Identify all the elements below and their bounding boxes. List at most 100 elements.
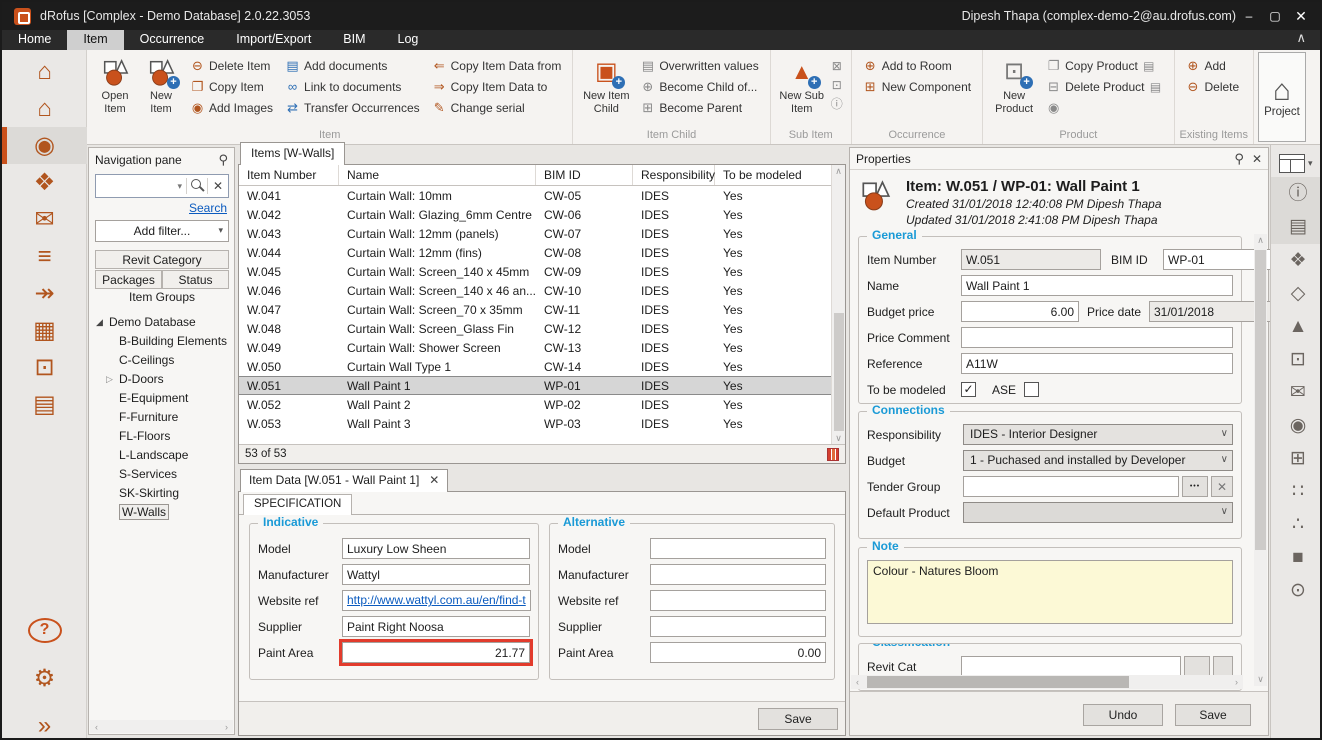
ribbon-button[interactable]: ⊕Add to Room — [863, 58, 971, 73]
menu-tab[interactable]: Occurrence — [124, 30, 221, 50]
table-row[interactable]: W.053 Wall Paint 3 WP-03 IDES Yes — [239, 414, 832, 433]
tender-group-clear-button[interactable]: ✕ — [1211, 476, 1233, 497]
revit-category-browse-button[interactable] — [1184, 656, 1210, 677]
table-row[interactable]: W.051 Wall Paint 1 WP-01 IDES Yes — [239, 376, 832, 395]
ribbon-button[interactable]: ∞Link to documents — [285, 79, 420, 94]
view-button[interactable]: ⊡ — [1271, 343, 1322, 376]
paint-area-field-highlighted[interactable] — [342, 642, 530, 663]
collapse-ribbon-icon[interactable]: ∧ — [1282, 30, 1320, 50]
ribbon-button[interactable]: ⊕Become Child of... — [640, 79, 758, 94]
properties-vertical-scrollbar[interactable]: ∧ ∨ — [1254, 234, 1267, 686]
tender-group-browse-button[interactable]: ••• — [1182, 476, 1208, 497]
budget-price-field[interactable] — [961, 301, 1079, 322]
close-panel-icon[interactable]: ✕ — [1252, 152, 1262, 166]
scroll-up-icon[interactable]: ∧ — [832, 166, 845, 177]
ribbon-button[interactable]: ⊟Delete Product▤ — [1046, 79, 1162, 94]
column-header[interactable]: Item Number — [239, 165, 339, 185]
scroll-left-icon[interactable]: ‹ — [851, 677, 864, 687]
revit-category-clear-button[interactable] — [1213, 656, 1233, 677]
ribbon-button[interactable]: ❐Copy Product▤ — [1046, 58, 1162, 73]
maximize-button[interactable]: ▢ — [1262, 9, 1288, 23]
expand-sidebar-button[interactable]: » — [2, 702, 87, 740]
ase-checkbox[interactable] — [1024, 382, 1039, 397]
module-button[interactable]: ▤ — [2, 386, 87, 423]
table-row[interactable]: W.049 Curtain Wall: Shower Screen CW-13 … — [239, 338, 832, 357]
search-input[interactable] — [96, 176, 173, 196]
table-row[interactable]: W.050 Curtain Wall Type 1 CW-14 IDES Yes — [239, 357, 832, 376]
scroll-left-icon[interactable]: ‹ — [90, 722, 103, 732]
status-button[interactable]: Status — [162, 270, 229, 289]
name-field[interactable] — [961, 275, 1233, 296]
save-button[interactable]: Save — [758, 708, 838, 730]
to-be-modeled-checkbox[interactable]: ✓ — [961, 382, 976, 397]
view-button[interactable]: ✉ — [1271, 376, 1322, 409]
scroll-track[interactable] — [103, 720, 220, 733]
tree-node[interactable]: S-Services — [119, 465, 234, 484]
ribbon-button[interactable]: ◉Add Images — [190, 100, 273, 115]
module-button[interactable]: ↠ — [2, 275, 87, 312]
ribbon-button[interactable]: ✎Change serial — [432, 100, 562, 115]
tree-node[interactable]: F-Furniture — [119, 408, 234, 427]
ribbon-button[interactable]: ⊖Delete — [1186, 79, 1240, 94]
revit-category-button[interactable]: Revit Category — [95, 250, 229, 269]
module-button[interactable]: ⌂ — [2, 53, 87, 90]
view-button[interactable]: ◉ — [1271, 409, 1322, 442]
ribbon-button[interactable]: ▤Add documents — [285, 58, 420, 73]
scroll-thumb[interactable] — [867, 676, 1129, 688]
open-item-button[interactable]: Open Item — [92, 51, 138, 115]
table-row[interactable]: W.042 Curtain Wall: Glazing_6mm Centre C… — [239, 205, 832, 224]
module-button[interactable]: ⊡ — [2, 349, 87, 386]
scroll-right-icon[interactable]: › — [1230, 677, 1243, 687]
tree-node[interactable]: C-Ceilings — [119, 351, 234, 370]
tree-expanded-icon[interactable]: ◢ — [96, 313, 103, 332]
menu-tab[interactable]: Import/Export — [220, 30, 327, 50]
price-comment-field[interactable] — [961, 327, 1233, 348]
settings-button[interactable]: ⚙ — [2, 654, 87, 702]
table-row[interactable]: W.045 Curtain Wall: Screen_140 x 45mm CW… — [239, 262, 832, 281]
tree-node[interactable]: W-Walls — [119, 503, 234, 522]
save-button[interactable]: Save — [1175, 704, 1251, 726]
revit-category-field[interactable] — [961, 656, 1181, 677]
scroll-right-icon[interactable]: › — [220, 722, 233, 732]
alt-website-ref-field[interactable] — [650, 590, 826, 611]
column-header[interactable]: To be modeled — [715, 165, 832, 185]
column-header[interactable]: Name — [339, 165, 536, 185]
packages-button[interactable]: Packages — [95, 270, 162, 289]
table-row[interactable]: W.048 Curtain Wall: Screen_Glass Fin CW-… — [239, 319, 832, 338]
module-button[interactable]: ❖ — [2, 164, 87, 201]
ribbon-icon-button[interactable]: ⓘ — [830, 97, 844, 111]
item-data-tab[interactable]: Item Data [W.051 - Wall Paint 1] ✕ — [240, 469, 448, 492]
table-row[interactable]: W.044 Curtain Wall: 12mm (fins) CW-08 ID… — [239, 243, 832, 262]
tree-node[interactable]: B-Building Elements — [119, 332, 234, 351]
table-row[interactable]: W.047 Curtain Wall: Screen_70 x 35mm CW-… — [239, 300, 832, 319]
ribbon-button[interactable]: ⇐Copy Item Data from — [432, 58, 562, 73]
view-button[interactable]: ∷ — [1271, 475, 1322, 508]
ribbon-button[interactable]: ⊞Become Parent — [640, 100, 758, 115]
ribbon-button[interactable]: ◉ — [1046, 100, 1162, 115]
alt-manufacturer-field[interactable] — [650, 564, 826, 585]
module-button[interactable]: ▦ — [2, 312, 87, 349]
view-button[interactable]: ❖ — [1271, 244, 1322, 277]
properties-horizontal-scrollbar[interactable]: ‹ › — [851, 675, 1243, 689]
menu-tab[interactable]: Log — [382, 30, 435, 50]
close-tab-icon[interactable]: ✕ — [429, 473, 439, 492]
ribbon-button[interactable]: ⊞New Component — [863, 79, 971, 94]
reference-field[interactable] — [961, 353, 1233, 374]
table-row[interactable]: W.052 Wall Paint 2 WP-02 IDES Yes — [239, 395, 832, 414]
product-remove-document-icon[interactable]: ▤ — [1149, 80, 1163, 94]
ribbon-icon-button[interactable]: ⊡ — [830, 78, 844, 92]
scroll-thumb[interactable] — [1255, 250, 1266, 550]
help-button[interactable]: ? — [2, 606, 87, 654]
ribbon-button[interactable]: ⊕Add — [1186, 58, 1240, 73]
view-button[interactable]: ▤ — [1271, 210, 1322, 243]
tree-root-node[interactable]: ◢ Demo Database — [89, 313, 234, 332]
scroll-down-icon[interactable]: ∨ — [832, 433, 845, 444]
project-button[interactable]: ⌂ Project — [1258, 52, 1306, 142]
tender-group-field[interactable] — [963, 476, 1179, 497]
module-button[interactable]: ◉ — [2, 127, 87, 164]
view-button[interactable]: ⊙ — [1271, 574, 1322, 607]
view-button[interactable]: ▲ — [1271, 310, 1322, 343]
view-button[interactable]: ■ — [1271, 541, 1322, 574]
scroll-down-icon[interactable]: ∨ — [1254, 674, 1267, 685]
scroll-up-icon[interactable]: ∧ — [1254, 235, 1267, 246]
